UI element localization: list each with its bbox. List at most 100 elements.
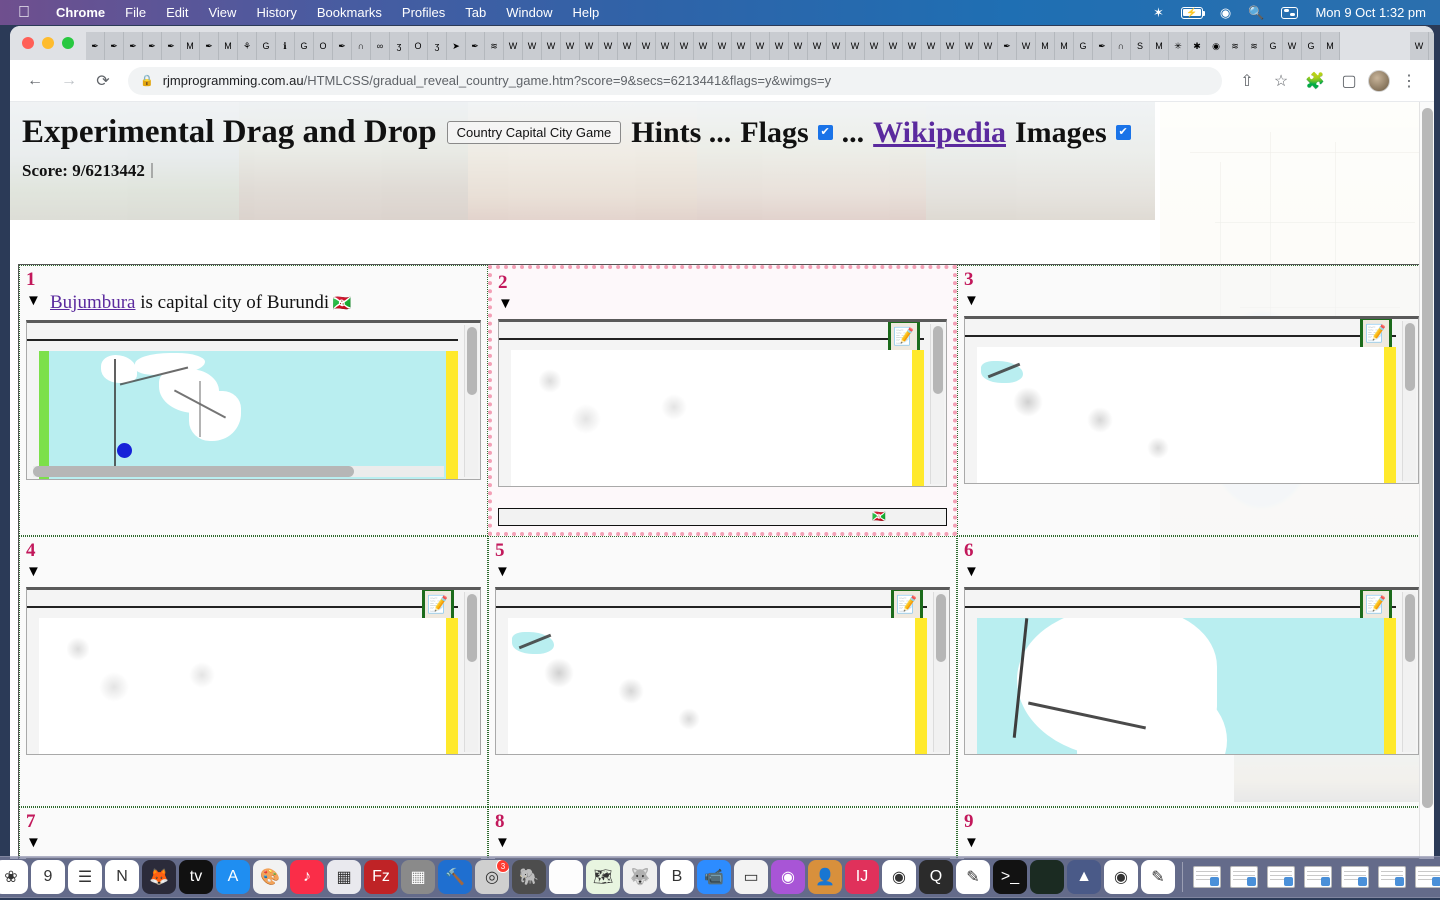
map-vertical-scrollbar[interactable] — [464, 591, 478, 752]
map-horizontal-scrollbar-thumb[interactable] — [33, 465, 354, 477]
browser-tab[interactable]: W — [808, 32, 827, 60]
drop-zone-input-bar[interactable]: 🇧🇮 — [498, 508, 947, 526]
browser-tab[interactable]: W — [1410, 32, 1429, 60]
browser-tab[interactable]: ∩ — [352, 32, 371, 60]
dock-item-disk-utility[interactable]: ◎ 3 — [475, 860, 509, 894]
bookmark-star-icon[interactable]: ☆ — [1266, 66, 1296, 96]
dock-item-zoom[interactable]: 📹 — [697, 860, 731, 894]
dock-item-mamp[interactable]: 🐘 — [512, 860, 546, 894]
menu-bar-clock[interactable]: Mon 9 Oct 1:32 pm — [1315, 5, 1426, 20]
browser-tab[interactable]: ✒ — [124, 32, 143, 60]
dock-item-intellij[interactable]: IJ — [845, 860, 879, 894]
browser-tab[interactable]: W — [846, 32, 865, 60]
macos-dock[interactable]: 🙂💬10🧭✉O📹❀9☰N🦊tvA🎨♪▦Fz▦🔨◎3🐘🗺🐺B📹▭◉👤IJ◉Q✎>_… — [0, 856, 1440, 898]
country-capital-city-game-button[interactable]: Country Capital City Game — [446, 121, 622, 144]
browser-tab[interactable]: ✒ — [998, 32, 1017, 60]
browser-tab[interactable]: G — [295, 32, 314, 60]
maximize-window-button[interactable] — [62, 37, 74, 49]
menu-item-view[interactable]: View — [198, 5, 246, 20]
bluetooth-icon[interactable]: ✶ — [1153, 5, 1164, 21]
page-scrollbar-thumb[interactable] — [1422, 108, 1433, 808]
dock-item-textedit[interactable] — [549, 860, 583, 894]
browser-tab[interactable]: ≋ — [485, 32, 504, 60]
browser-tab[interactable]: W — [960, 32, 979, 60]
browser-tab[interactable]: W — [789, 32, 808, 60]
browser-tab[interactable]: W — [827, 32, 846, 60]
browser-tab[interactable]: ✖ — [1429, 32, 1434, 60]
tab-list-left[interactable]: ✒ ✒ ✒ ✒ ✒ M ✒ M ⚘ Gℹ G O ✒ ∩ ∞ ʒ Oʒ ➤ ✒ ≋ W W W W W W W W W W W W W W W W W W… — [86, 26, 1340, 60]
minimize-window-button[interactable] — [42, 37, 54, 49]
map-vertical-scrollbar[interactable] — [930, 323, 944, 484]
grid-cell-5[interactable]: 5 ▼ 📝 — [488, 536, 957, 807]
map-vertical-scrollbar-thumb[interactable] — [467, 593, 477, 662]
menu-item-bookmarks[interactable]: Bookmarks — [307, 5, 392, 20]
browser-tab[interactable]: W — [770, 32, 789, 60]
dock-minimized-window[interactable] — [1412, 860, 1440, 894]
apple-logo-icon[interactable]:  — [18, 4, 30, 21]
map-vertical-scrollbar-thumb[interactable] — [936, 593, 946, 662]
forward-arrow-icon[interactable]: → — [54, 66, 84, 96]
browser-tab[interactable]: W — [637, 32, 656, 60]
wikipedia-link[interactable]: Wikipedia — [873, 116, 1006, 150]
grid-cell-9[interactable]: 9▼📝 — [957, 807, 1426, 859]
map-reveal-widget[interactable] — [26, 319, 481, 480]
control-center-icon[interactable] — [1281, 6, 1299, 19]
dock-minimized-window[interactable] — [1301, 860, 1335, 894]
tab-strip[interactable]: ✒ ✒ ✒ ✒ ✒ M ✒ M ⚘ Gℹ G O ✒ ∩ ∞ ʒ Oʒ ➤ ✒ ≋ W W W W W W W W W W W W W W W W W W… — [10, 26, 1434, 60]
browser-tab[interactable]: ✒ — [86, 32, 105, 60]
dock-item-podcasts[interactable]: ◉ — [771, 860, 805, 894]
browser-tab[interactable]: W — [751, 32, 770, 60]
browser-tab[interactable]: ✒ — [162, 32, 181, 60]
map-vertical-scrollbar-thumb[interactable] — [1405, 593, 1415, 662]
map-vertical-scrollbar-thumb[interactable] — [1405, 322, 1415, 391]
browser-tab[interactable]: ✒ — [143, 32, 162, 60]
browser-tab[interactable]: W — [656, 32, 675, 60]
browser-tab[interactable]: W — [675, 32, 694, 60]
flags-checkbox[interactable]: ✔ — [817, 125, 833, 140]
dock-minimized-window[interactable] — [1190, 860, 1224, 894]
dock-item-music[interactable]: ♪ — [290, 860, 324, 894]
browser-tab[interactable]: W — [694, 32, 713, 60]
dock-item-paintbrush[interactable]: 🎨 — [253, 860, 287, 894]
dock-item-terminal[interactable]: >_ — [993, 860, 1027, 894]
dock-item-contacts[interactable]: 👤 — [808, 860, 842, 894]
browser-tab[interactable]: W — [542, 32, 561, 60]
grid-cell-4[interactable]: 4 ▼ 📝 — [19, 536, 488, 807]
browser-tab[interactable]: ➤ — [447, 32, 466, 60]
close-window-button[interactable] — [22, 37, 34, 49]
browser-tab[interactable]: O — [409, 32, 428, 60]
browser-tab[interactable]: ⚘ — [238, 32, 257, 60]
browser-tab[interactable]: ✒ — [466, 32, 485, 60]
menu-item-tab[interactable]: Tab — [455, 5, 496, 20]
browser-tab[interactable]: ʒ — [390, 32, 409, 60]
dock-item-maps[interactable]: 🗺 — [586, 860, 620, 894]
browser-tab[interactable]: W — [884, 32, 903, 60]
browser-tab[interactable]: ℹ — [276, 32, 295, 60]
browser-tab[interactable]: ≋ — [1245, 32, 1264, 60]
map-vertical-scrollbar-thumb[interactable] — [467, 326, 477, 395]
grid-cell-8[interactable]: 8▼📝 — [488, 807, 957, 859]
browser-tab[interactable]: ✱ — [1188, 32, 1207, 60]
memo-note-pencil-icon[interactable]: 📝 — [891, 589, 923, 622]
address-bar[interactable]: 🔒 rjmprogramming.com.au/HTMLCSS/gradual_… — [128, 66, 1222, 95]
dock-minimized-window[interactable] — [1338, 860, 1372, 894]
dock-item-calendar[interactable]: 9 — [31, 860, 65, 894]
memo-note-pencil-icon[interactable]: 📝 — [1360, 318, 1392, 351]
grid-cell-2[interactable]: 2 ▼ 📝 🇧🇮 — [488, 265, 957, 536]
map-reveal-widget[interactable]: 📝 — [498, 318, 947, 487]
browser-tab[interactable]: ≋ — [1226, 32, 1245, 60]
grid-cell-6[interactable]: 6 ▼ 📝 — [957, 536, 1426, 807]
map-vertical-scrollbar[interactable] — [1402, 591, 1416, 752]
browser-tab[interactable]: M — [219, 32, 238, 60]
browser-tab[interactable]: W — [580, 32, 599, 60]
memo-note-pencil-icon[interactable]: 📝 — [888, 321, 920, 354]
dock-minimized-window[interactable] — [1375, 860, 1409, 894]
browser-tab[interactable]: M — [1055, 32, 1074, 60]
dock-item-inkscape[interactable]: ✎ — [956, 860, 990, 894]
reveal-caret-icon[interactable]: ▼ — [964, 563, 1419, 581]
dock-item-iterm[interactable] — [1030, 860, 1064, 894]
dock-item-app-store[interactable]: A — [216, 860, 250, 894]
reveal-caret-icon[interactable]: ▼ — [495, 563, 950, 581]
browser-tab[interactable]: W — [561, 32, 580, 60]
menu-item-edit[interactable]: Edit — [156, 5, 198, 20]
